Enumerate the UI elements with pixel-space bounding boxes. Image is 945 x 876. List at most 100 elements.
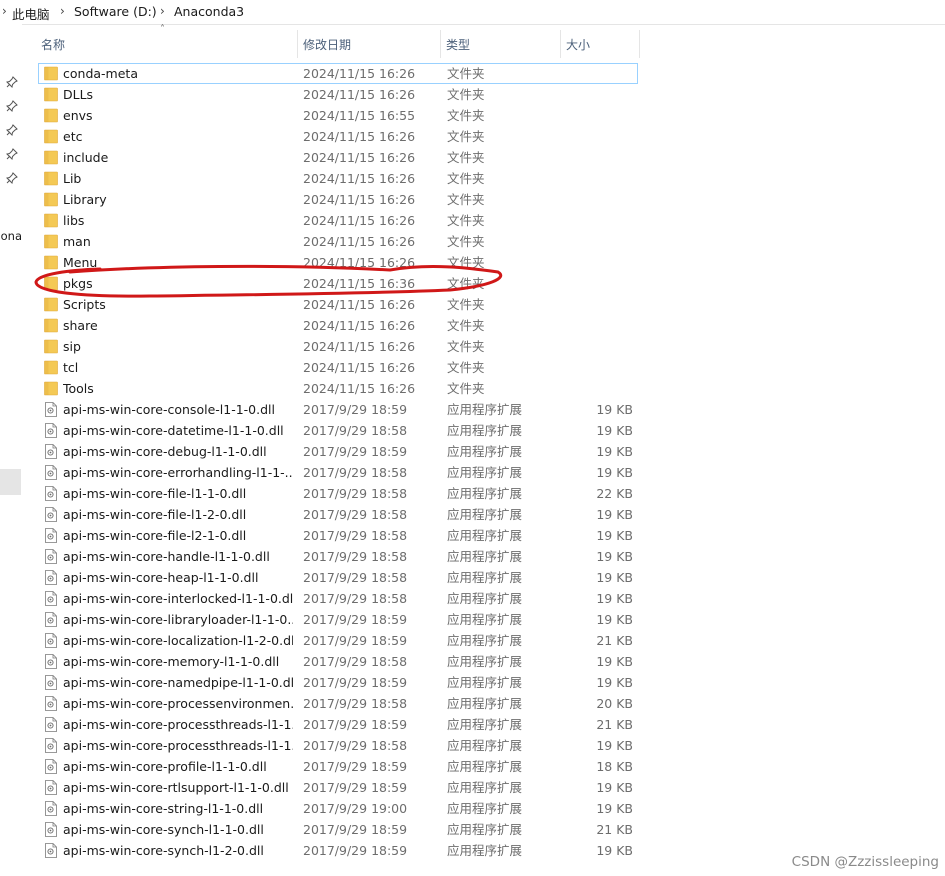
pin-icon[interactable] [6, 172, 18, 184]
navigation-pane: sona [0, 24, 22, 876]
pin-icon[interactable] [6, 148, 18, 160]
file-row[interactable]: api-ms-win-core-debug-l1-1-0.dll 2017/9/2… [38, 441, 638, 462]
folder-row[interactable]: libs 2024/11/15 16:26 文件夹 [38, 210, 638, 231]
file-size: 19 KB [596, 654, 633, 669]
file-row[interactable]: api-ms-win-core-errorhandling-l1-1-... 20… [38, 462, 638, 483]
folder-row[interactable]: pkgs 2024/11/15 16:36 文件夹 [38, 273, 638, 294]
breadcrumb-item-drive[interactable]: Software (D:) [74, 4, 157, 19]
folder-row[interactable]: Scripts 2024/11/15 16:26 文件夹 [38, 294, 638, 315]
folder-row[interactable]: Tools 2024/11/15 16:26 文件夹 [38, 378, 638, 399]
file-date-modified: 2024/11/15 16:26 [303, 150, 416, 165]
file-date-modified: 2024/11/15 16:36 [303, 276, 416, 291]
file-row[interactable]: api-ms-win-core-file-l2-1-0.dll 2017/9/29… [38, 525, 638, 546]
file-row[interactable]: api-ms-win-core-file-l1-1-0.dll 2017/9/29… [38, 483, 638, 504]
file-name: api-ms-win-core-string-l1-1-0.dll [63, 801, 264, 816]
file-date-modified: 2017/9/29 18:59 [303, 759, 408, 774]
file-row[interactable]: api-ms-win-core-namedpipe-l1-1-0.dll 2017… [38, 672, 638, 693]
file-list: conda-meta 2024/11/15 16:26 文件夹 DLLs 2024/11… [38, 63, 638, 860]
column-header-type[interactable]: 类型 [441, 30, 560, 60]
dll-file-icon [44, 633, 58, 648]
file-date-modified: 2024/11/15 16:55 [303, 108, 416, 123]
breadcrumb-item-this-pc[interactable]: 此电脑 [12, 4, 50, 23]
folder-row[interactable]: share 2024/11/15 16:26 文件夹 [38, 315, 638, 336]
column-header-date[interactable]: 修改日期 [298, 30, 440, 60]
file-row[interactable]: api-ms-win-core-file-l1-2-0.dll 2017/9/29… [38, 504, 638, 525]
nav-item-label[interactable]: sona [0, 229, 22, 243]
file-date-modified: 2024/11/15 16:26 [303, 66, 416, 81]
file-size: 19 KB [596, 591, 633, 606]
file-row[interactable]: api-ms-win-core-memory-l1-1-0.dll 2017/9/… [38, 651, 638, 672]
file-size: 19 KB [596, 423, 633, 438]
folder-row[interactable]: conda-meta 2024/11/15 16:26 文件夹 [38, 63, 638, 84]
file-row[interactable]: api-ms-win-core-synch-l1-2-0.dll 2017/9/2… [38, 840, 638, 860]
file-type: 文件夹 [447, 171, 485, 186]
file-row[interactable]: api-ms-win-core-localization-l1-2-0.dll 2… [38, 630, 638, 651]
file-type: 应用程序扩展 [447, 780, 523, 795]
file-date-modified: 2024/11/15 16:26 [303, 234, 416, 249]
file-row[interactable]: api-ms-win-core-interlocked-l1-1-0.dll 20… [38, 588, 638, 609]
folder-row[interactable]: sip 2024/11/15 16:26 文件夹 [38, 336, 638, 357]
folder-icon [44, 381, 58, 396]
file-size: 19 KB [596, 738, 633, 753]
folder-icon [44, 171, 58, 186]
file-type: 应用程序扩展 [447, 633, 523, 648]
file-row[interactable]: api-ms-win-core-processthreads-l1-1... 20… [38, 735, 638, 756]
chevron-right-icon[interactable]: › [160, 4, 165, 18]
file-name: Menu [63, 255, 98, 270]
folder-row[interactable]: include 2024/11/15 16:26 文件夹 [38, 147, 638, 168]
chevron-right-icon[interactable]: › [2, 4, 7, 18]
breadcrumb-item-anaconda3[interactable]: Anaconda3 [174, 4, 244, 19]
folder-row[interactable]: Library 2024/11/15 16:26 文件夹 [38, 189, 638, 210]
dll-file-icon [44, 402, 58, 417]
nav-item-selected[interactable] [0, 469, 21, 495]
file-row[interactable]: api-ms-win-core-datetime-l1-1-0.dll 2017/… [38, 420, 638, 441]
file-date-modified: 2017/9/29 18:58 [303, 423, 408, 438]
file-date-modified: 2017/9/29 18:59 [303, 780, 408, 795]
file-size: 19 KB [596, 843, 633, 858]
file-row[interactable]: api-ms-win-core-rtlsupport-l1-1-0.dll 201… [38, 777, 638, 798]
file-size: 20 KB [596, 696, 633, 711]
folder-row[interactable]: envs 2024/11/15 16:55 文件夹 [38, 105, 638, 126]
file-row[interactable]: api-ms-win-core-synch-l1-1-0.dll 2017/9/2… [38, 819, 638, 840]
file-row[interactable]: api-ms-win-core-handle-l1-1-0.dll 2017/9/… [38, 546, 638, 567]
file-date-modified: 2024/11/15 16:26 [303, 297, 416, 312]
file-date-modified: 2017/9/29 18:59 [303, 843, 408, 858]
column-header-size[interactable]: 大小 [561, 30, 639, 60]
file-row[interactable]: api-ms-win-core-processthreads-l1-1... 20… [38, 714, 638, 735]
folder-row[interactable]: etc 2024/11/15 16:26 文件夹 [38, 126, 638, 147]
folder-icon [44, 66, 58, 81]
folder-row[interactable]: DLLs 2024/11/15 16:26 文件夹 [38, 84, 638, 105]
file-name: api-ms-win-core-synch-l1-2-0.dll [63, 843, 264, 858]
file-size: 19 KB [596, 528, 633, 543]
file-explorer-window: › 此电脑 › Software (D:) › Anaconda3 sona [0, 0, 945, 876]
folder-row[interactable]: Menu 2024/11/15 16:26 文件夹 [38, 252, 638, 273]
folder-row[interactable]: man 2024/11/15 16:26 文件夹 [38, 231, 638, 252]
dll-file-icon [44, 738, 58, 753]
file-name: man [63, 234, 91, 249]
file-type: 应用程序扩展 [447, 612, 523, 627]
file-type: 应用程序扩展 [447, 549, 523, 564]
file-date-modified: 2024/11/15 16:26 [303, 255, 416, 270]
file-row[interactable]: api-ms-win-core-libraryloader-l1-1-0....… [38, 609, 638, 630]
chevron-right-icon[interactable]: › [60, 4, 65, 18]
file-row[interactable]: api-ms-win-core-string-l1-1-0.dll 2017/9/… [38, 798, 638, 819]
folder-icon [44, 339, 58, 354]
column-divider[interactable] [639, 30, 640, 58]
file-name: Scripts [63, 297, 106, 312]
pin-icon[interactable] [6, 76, 18, 88]
pin-icon[interactable] [6, 100, 18, 112]
folder-row[interactable]: tcl 2024/11/15 16:26 文件夹 [38, 357, 638, 378]
folder-row[interactable]: Lib 2024/11/15 16:26 文件夹 [38, 168, 638, 189]
file-row[interactable]: api-ms-win-core-profile-l1-1-0.dll 2017/9… [38, 756, 638, 777]
file-date-modified: 2024/11/15 16:26 [303, 213, 416, 228]
file-type: 应用程序扩展 [447, 717, 523, 732]
file-name: Library [63, 192, 107, 207]
column-header-name[interactable]: 名称 [36, 30, 296, 60]
file-row[interactable]: api-ms-win-core-console-l1-1-0.dll 2017/9… [38, 399, 638, 420]
file-name: api-ms-win-core-libraryloader-l1-1-0.... [63, 612, 293, 627]
file-date-modified: 2017/9/29 19:00 [303, 801, 408, 816]
file-name: api-ms-win-core-errorhandling-l1-1-... [63, 465, 293, 480]
pin-icon[interactable] [6, 124, 18, 136]
file-row[interactable]: api-ms-win-core-processenvironmen... 2017… [38, 693, 638, 714]
file-row[interactable]: api-ms-win-core-heap-l1-1-0.dll 2017/9/29… [38, 567, 638, 588]
